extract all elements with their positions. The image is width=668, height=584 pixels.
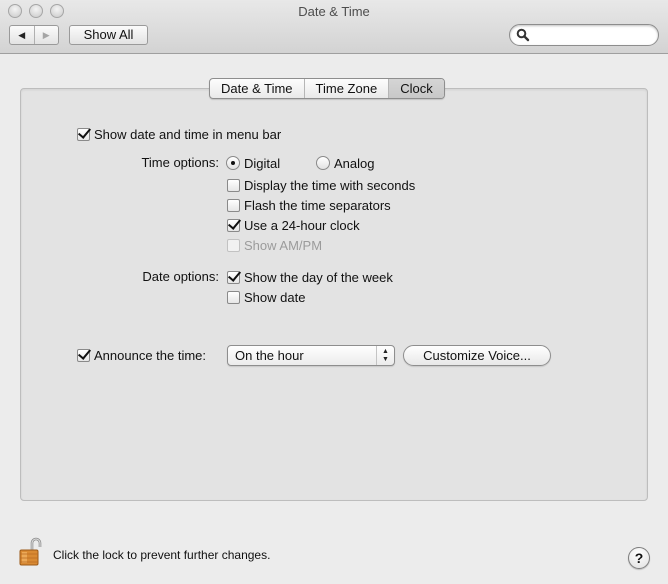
show-date-label[interactable]: Show date [244, 290, 305, 305]
question-mark-icon: ? [634, 550, 644, 566]
flash-separators-checkbox[interactable] [227, 198, 240, 212]
show-in-menu-bar-row: Show date and time in menu bar [77, 125, 281, 143]
day-of-week-label[interactable]: Show the day of the week [244, 270, 393, 285]
24-hour-row: Use a 24-hour clock [227, 216, 360, 234]
day-of-week-checkbox[interactable] [227, 270, 240, 284]
search-icon [516, 28, 530, 42]
forward-button[interactable]: ▶ [35, 26, 59, 44]
show-in-menu-bar-label[interactable]: Show date and time in menu bar [94, 127, 281, 142]
flash-separators-label[interactable]: Flash the time separators [244, 198, 391, 213]
back-button[interactable]: ◀ [10, 26, 35, 44]
tab-time-zone[interactable]: Time Zone [305, 79, 390, 98]
updown-arrows-icon: ▲ ▼ [376, 346, 394, 365]
date-options-label: Date options: [142, 269, 219, 284]
triangle-right-icon: ▶ [42, 29, 50, 40]
search-field[interactable] [509, 24, 659, 46]
tab-bar: Date & Time Time Zone Clock [209, 78, 445, 99]
announce-interval-select[interactable]: On the hour ▲ ▼ [227, 345, 395, 366]
unlocked-padlock-icon[interactable] [18, 537, 46, 567]
tab-date-time[interactable]: Date & Time [210, 79, 305, 98]
24-hour-label[interactable]: Use a 24-hour clock [244, 218, 360, 233]
analog-radio[interactable] [316, 156, 330, 170]
announce-label[interactable]: Announce the time: [94, 348, 206, 363]
window-toolbar: Date & Time ◀ ▶ Show All [0, 0, 668, 54]
show-all-button[interactable]: Show All [69, 25, 148, 45]
show-date-checkbox[interactable] [227, 290, 240, 304]
search-input[interactable] [532, 27, 652, 43]
tab-clock[interactable]: Clock [389, 79, 444, 98]
day-of-week-row: Show the day of the week [227, 268, 393, 286]
show-am-pm-label: Show AM/PM [244, 237, 323, 253]
show-am-pm-checkbox [227, 238, 240, 252]
help-button[interactable]: ? [628, 547, 650, 569]
announce-row: Announce the time: [77, 346, 206, 364]
digital-label[interactable]: Digital [244, 156, 280, 171]
announce-checkbox[interactable] [77, 348, 90, 362]
radio-digital-row: Digital [226, 154, 280, 172]
show-date-row: Show date [227, 288, 305, 306]
am-pm-row: Show AM/PM [227, 236, 322, 254]
lock-message: Click the lock to prevent further change… [53, 548, 271, 562]
display-seconds-checkbox[interactable] [227, 178, 240, 192]
radio-analog-row: Analog [316, 154, 374, 172]
triangle-left-icon: ◀ [18, 29, 26, 40]
flash-separators-row: Flash the time separators [227, 196, 391, 214]
window-title: Date & Time [298, 4, 370, 19]
24-hour-checkbox[interactable] [227, 218, 240, 232]
analog-label[interactable]: Analog [334, 156, 374, 171]
clock-panel [20, 88, 648, 501]
display-seconds-label[interactable]: Display the time with seconds [244, 178, 415, 193]
time-options-label: Time options: [141, 155, 219, 170]
digital-radio[interactable] [226, 156, 240, 170]
back-forward-control: ◀ ▶ [9, 25, 59, 45]
show-in-menu-bar-checkbox[interactable] [77, 127, 90, 141]
announce-interval-value: On the hour [235, 348, 304, 363]
customize-voice-button[interactable]: Customize Voice... [403, 345, 551, 366]
seconds-row: Display the time with seconds [227, 176, 415, 194]
